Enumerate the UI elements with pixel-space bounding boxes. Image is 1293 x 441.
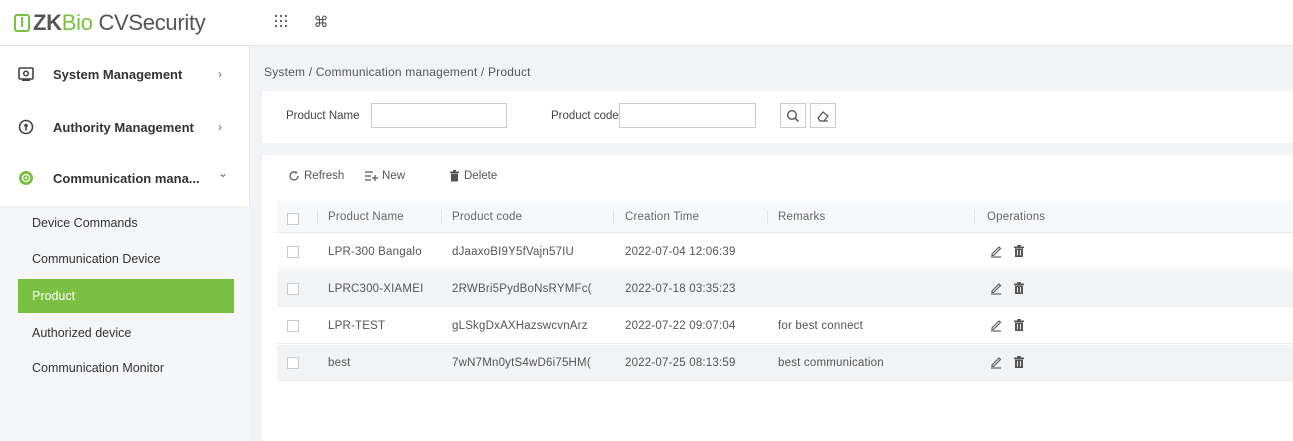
refresh-button[interactable]: Refresh [288, 170, 344, 182]
sidebar-item-label: Communication mana... [53, 170, 200, 186]
cell-product-name: LPR-TEST [328, 320, 386, 332]
column-header-product-name[interactable]: Product Name [328, 211, 404, 223]
sidebar-item-label: Authority Management [53, 119, 194, 135]
refresh-icon [289, 171, 299, 181]
column-header-remarks[interactable]: Remarks [778, 211, 825, 223]
column-header-product-code[interactable]: Product code [452, 211, 522, 223]
search-button[interactable] [780, 103, 806, 128]
app-logo[interactable]: ZKBio CVSecurity [14, 9, 206, 37]
submenu-item-communication-device[interactable]: Communication Device [18, 242, 234, 276]
search-icon [786, 109, 800, 122]
select-all-checkbox[interactable] [287, 213, 299, 225]
column-divider [767, 210, 768, 224]
cell-product-code: 7wN7Mn0ytS4wD6i75HM( [452, 357, 591, 369]
delete-row-icon[interactable] [1012, 244, 1026, 258]
command-icon[interactable]: ⌘ [312, 14, 330, 32]
authority-shield-icon [18, 119, 34, 135]
logo-text: ZKBio CVSecurity [33, 10, 206, 36]
table-row[interactable]: LPR-300 Bangalo dJaaxoBI9Y5fVajn57IU 202… [277, 234, 1293, 270]
row-checkbox[interactable] [287, 283, 299, 295]
column-divider [974, 210, 975, 224]
new-button[interactable]: New [365, 170, 405, 182]
top-header: ZKBio CVSecurity ⌘ [0, 0, 1293, 46]
row-checkbox[interactable] [287, 320, 299, 332]
product-name-label: Product Name [286, 110, 360, 122]
cell-creation-time: 2022-07-04 12:06:39 [625, 246, 736, 258]
cell-product-name: LPR-300 Bangalo [328, 246, 422, 258]
table-row[interactable]: LPRC300-XIAMEI 2RWBri5PydBoNsRYMFc( 2022… [277, 271, 1293, 307]
column-divider [317, 210, 318, 224]
cell-remarks: best communication [778, 357, 884, 369]
submenu-item-product[interactable]: Product [18, 279, 234, 313]
delete-row-icon[interactable] [1012, 281, 1026, 295]
logo-zk: ZK [33, 10, 62, 35]
cell-creation-time: 2022-07-22 09:07:04 [625, 320, 736, 332]
edit-icon[interactable] [989, 244, 1003, 258]
cell-creation-time: 2022-07-25 08:13:59 [625, 357, 736, 369]
table-row[interactable]: LPR-TEST gLSkgDxAXHazswcvnArz 2022-07-22… [277, 308, 1293, 344]
refresh-label: Refresh [304, 170, 345, 182]
new-list-icon [365, 171, 378, 181]
table-header: Product Name Product code Creation Time … [277, 201, 1293, 233]
column-divider [613, 210, 614, 224]
product-code-label: Product code [551, 110, 619, 122]
edit-icon[interactable] [989, 281, 1003, 295]
sidebar: System Management › Authority Management… [0, 46, 250, 441]
row-checkbox[interactable] [287, 357, 299, 369]
delete-label: Delete [464, 170, 498, 182]
row-checkbox[interactable] [287, 246, 299, 258]
sidebar-item-label: System Management [53, 66, 183, 82]
logo-bio: Bio [61, 10, 93, 35]
cell-product-name: best [328, 357, 351, 369]
cell-product-code: dJaaxoBI9Y5fVajn57IU [452, 246, 575, 258]
table-toolbar: Refresh New Delete [262, 155, 1293, 199]
cell-product-code: 2RWBri5PydBoNsRYMFc( [452, 283, 592, 295]
delete-row-icon[interactable] [1012, 355, 1026, 369]
chevron-right-icon: › [218, 67, 222, 81]
trash-icon [450, 170, 459, 182]
edit-icon[interactable] [989, 318, 1003, 332]
eraser-icon [817, 110, 829, 122]
filter-bar: Product Name Product code [262, 91, 1293, 143]
column-divider [441, 210, 442, 224]
chevron-down-icon: ⌄ [218, 166, 229, 180]
sidebar-item-system-management[interactable]: System Management › [0, 54, 250, 94]
communication-globe-icon [19, 171, 33, 185]
delete-row-icon[interactable] [1012, 318, 1026, 332]
system-gear-icon [18, 67, 34, 81]
cell-product-code: gLSkgDxAXHazswcvnArz [452, 320, 588, 332]
new-label: New [382, 170, 406, 182]
main-content: System / Communication management / Prod… [250, 46, 1293, 441]
breadcrumb: System / Communication management / Prod… [264, 65, 531, 79]
table-row[interactable]: best 7wN7Mn0ytS4wD6i75HM( 2022-07-25 08:… [277, 345, 1293, 381]
submenu-item-authorized-device[interactable]: Authorized device [18, 316, 234, 350]
column-header-creation-time[interactable]: Creation Time [625, 211, 699, 223]
cell-remarks: for best connect [778, 320, 864, 332]
delete-button[interactable]: Delete [449, 170, 497, 182]
sidebar-item-authority-management[interactable]: Authority Management › [0, 107, 250, 147]
edit-icon[interactable] [989, 355, 1003, 369]
logo-rest: CVSecurity [92, 10, 206, 35]
sidebar-item-communication-management[interactable]: Communication mana... ⌄ [0, 158, 250, 198]
chevron-right-icon: › [218, 120, 222, 134]
apps-grid-icon[interactable] [272, 14, 290, 32]
submenu-item-device-commands[interactable]: Device Commands [18, 206, 234, 240]
column-header-operations: Operations [987, 211, 1046, 223]
clear-button[interactable] [810, 103, 836, 128]
product-code-input[interactable] [619, 103, 756, 128]
table-panel: Refresh New Delete Product Name Product … [262, 155, 1293, 441]
submenu-communication: Device Commands Communication Device Pro… [0, 206, 250, 441]
cell-product-name: LPRC300-XIAMEI [328, 283, 424, 295]
logo-mark-icon [14, 14, 30, 32]
product-name-input[interactable] [371, 103, 507, 128]
submenu-item-communication-monitor[interactable]: Communication Monitor [18, 351, 234, 385]
cell-creation-time: 2022-07-18 03:35:23 [625, 283, 736, 295]
